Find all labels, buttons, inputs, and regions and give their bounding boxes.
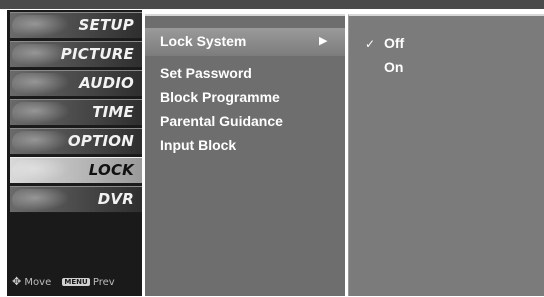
menu-key-icon: MENU	[62, 278, 90, 286]
submenu-item-set-password[interactable]: Set Password	[160, 65, 252, 81]
category-label: OPTION	[67, 132, 134, 150]
move-arrows-icon: ✥	[12, 275, 22, 288]
tv-menu-screen: SETUP PICTURE AUDIO TIME OPTION LOCK DVR…	[0, 0, 544, 297]
category-audio[interactable]: AUDIO	[10, 70, 142, 97]
submenu-item-lock-system[interactable]: Lock System	[160, 33, 246, 49]
disc-icon	[12, 189, 70, 211]
speaker-icon	[12, 73, 70, 95]
option-on[interactable]: On	[384, 59, 403, 75]
clock-icon	[12, 102, 70, 124]
category-label: AUDIO	[79, 74, 134, 92]
category-label: DVR	[97, 190, 134, 208]
option-tag-icon	[12, 131, 70, 153]
top-band	[0, 0, 544, 9]
submenu-item-input-block[interactable]: Input Block	[160, 137, 236, 153]
submenu-item-parental-guidance[interactable]: Parental Guidance	[160, 113, 283, 129]
submenu-panel: Lock System ▶ Set Password Block Program…	[145, 14, 345, 296]
satellite-dish-icon	[12, 15, 70, 37]
check-icon: ✓	[365, 37, 376, 51]
category-label: TIME	[92, 103, 134, 121]
category-setup[interactable]: SETUP	[10, 12, 142, 39]
category-picture[interactable]: PICTURE	[10, 41, 142, 68]
submenu-item-block-programme[interactable]: Block Programme	[160, 89, 280, 105]
category-panel: SETUP PICTURE AUDIO TIME OPTION LOCK DVR	[7, 10, 142, 296]
category-label: PICTURE	[60, 45, 134, 63]
chevron-right-icon: ▶	[319, 35, 328, 47]
option-off[interactable]: Off	[384, 35, 404, 51]
move-label: Move	[24, 277, 52, 288]
prev-label: Prev	[92, 277, 115, 288]
category-label: SETUP	[78, 16, 134, 34]
category-dvr[interactable]: DVR	[10, 186, 142, 213]
navigation-hint: ✥ Move MENU Prev	[12, 275, 115, 291]
category-label: LOCK	[88, 161, 134, 179]
category-lock[interactable]: LOCK	[10, 157, 142, 184]
lock-icon	[12, 160, 70, 182]
category-option[interactable]: OPTION	[10, 128, 142, 155]
options-panel: ✓ Off On	[348, 14, 544, 296]
category-time[interactable]: TIME	[10, 99, 142, 126]
